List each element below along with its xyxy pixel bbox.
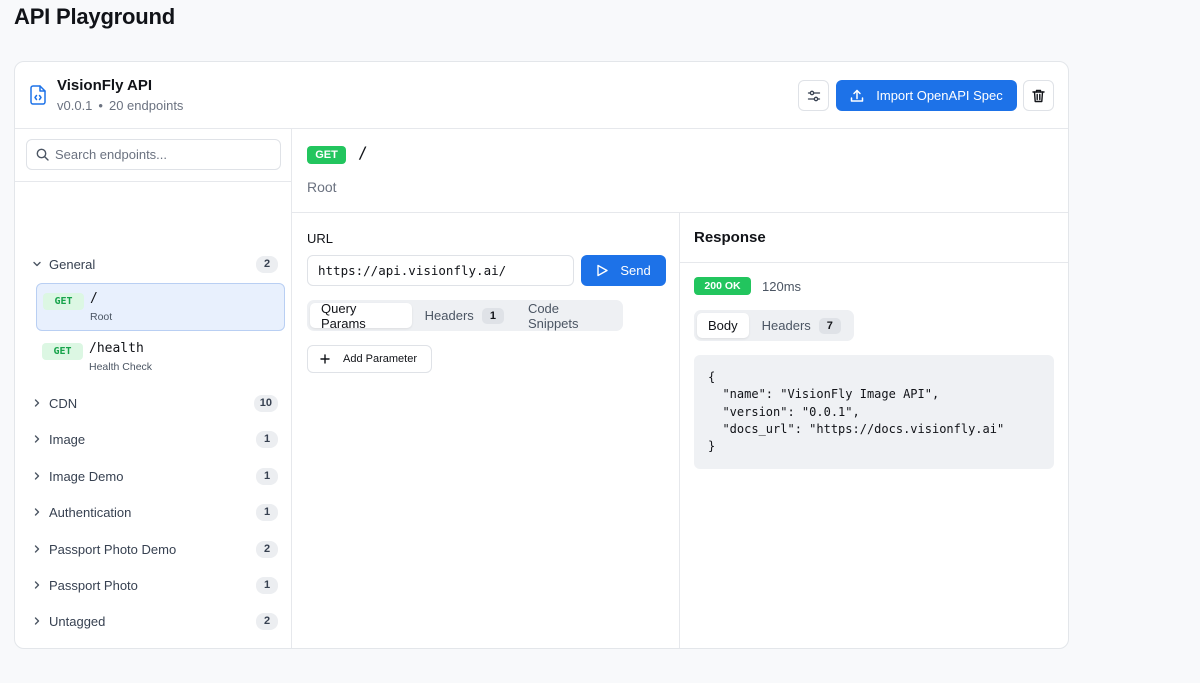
search-endpoints-input[interactable]: Search endpoints... [26,139,281,170]
tab-response-headers[interactable]: Headers 7 [751,313,852,338]
add-parameter-button[interactable]: Add Parameter [307,345,432,373]
api-card: VisionFly API v0.0.1 • 20 endpoints Import… [14,61,1069,649]
endpoint-description: Root [90,311,113,323]
group-label: Authentication [49,504,132,520]
endpoint-description: Health Check [89,361,153,373]
group-count: 2 [256,255,278,273]
endpoints-sidebar: Search endpoints... General 2 GET / Root… [15,129,292,648]
tab-label: Headers [424,308,474,323]
response-panel: Response 200 OK 120ms Body Headers 7 { "n… [680,213,1068,648]
response-body: { "name": "VisionFly Image API", "versio… [694,355,1054,469]
request-panel: URL https://api.visionfly.ai/ Send Query… [292,213,680,648]
search-icon [36,148,49,161]
chevron-right-icon [34,435,40,443]
api-endpoints-count: 20 endpoints [108,98,184,113]
import-label: Import OpenAPI Spec [876,88,1003,103]
group-passport-photo[interactable]: Passport Photo 1 [15,570,292,600]
response-header: Response [680,213,1068,263]
meta-separator: • [98,98,103,113]
endpoint-path: / [90,291,98,306]
url-label: URL [307,231,334,246]
method-badge: GET [43,293,84,310]
request-tabs: Query Params Headers 1 Code Snippets [307,300,623,331]
tab-count: 7 [818,317,841,334]
group-count: 1 [256,467,278,485]
tab-query-params[interactable]: Query Params [310,300,412,331]
response-title: Response [694,229,766,246]
group-label: Passport Photo Demo [49,541,177,557]
method-badge: GET [307,146,346,164]
group-count: 2 [256,540,278,558]
group-count: 2 [256,612,278,630]
url-input[interactable]: https://api.visionfly.ai/ [307,255,574,286]
chevron-down-icon [33,261,41,267]
group-image[interactable]: Image 1 [15,424,292,454]
group-untagged[interactable]: Untagged 2 [15,606,292,636]
method-badge: GET [42,343,83,360]
group-cdn[interactable]: CDN 10 [15,388,292,418]
tab-count: 1 [481,307,504,324]
group-image-demo[interactable]: Image Demo 1 [15,461,292,491]
chevron-right-icon [34,617,40,625]
endpoint-item-health[interactable]: GET /health Health Check [36,334,285,382]
endpoint-path: / [358,143,368,162]
upload-icon [851,89,864,102]
api-version: v0.0.1 [57,98,93,113]
endpoint-item-root[interactable]: GET / Root [36,283,285,331]
endpoint-panel: GET / Root URL https://api.visionfly.ai/… [292,129,1068,648]
delete-button[interactable] [1023,80,1054,111]
response-tabs: Body Headers 7 [694,310,854,341]
api-name: VisionFly API [57,77,153,94]
group-count: 1 [256,576,278,594]
tab-label: Headers [761,318,811,333]
group-count: 1 [256,503,278,521]
tab-label: Code Snippets [527,300,579,331]
page-title: API Playground [14,4,175,29]
tab-headers[interactable]: Headers 1 [414,303,515,328]
divider [15,181,291,182]
group-label: Image Demo [49,468,124,484]
trash-icon [1032,89,1045,102]
chevron-right-icon [34,508,40,516]
group-label: General [49,256,96,272]
api-header: VisionFly API v0.0.1 • 20 endpoints Import… [15,62,1068,129]
group-passport-photo-demo[interactable]: Passport Photo Demo 2 [15,534,292,564]
chevron-right-icon [34,545,40,553]
tab-label: Body [708,318,738,333]
api-meta: v0.0.1 • 20 endpoints [57,98,183,113]
group-general[interactable]: General 2 [15,249,292,279]
group-label: Passport Photo [49,577,138,593]
group-authentication[interactable]: Authentication 1 [15,497,292,527]
settings-button[interactable] [798,80,829,111]
group-count: 1 [256,430,278,448]
file-code-icon [30,85,46,105]
chevron-right-icon [34,581,40,589]
group-label: CDN [49,395,78,411]
endpoint-path: /health [89,341,144,356]
tab-label: Query Params [321,300,366,331]
play-icon [597,264,609,277]
send-button[interactable]: Send [581,255,666,286]
status-badge: 200 OK [694,277,751,295]
endpoint-summary: Root [307,179,337,195]
tab-body[interactable]: Body [697,313,749,338]
plus-icon [320,354,330,364]
group-count: 10 [253,394,278,412]
search-placeholder: Search endpoints... [55,147,168,162]
chevron-right-icon [34,472,40,480]
chevron-right-icon [34,399,40,407]
response-time: 120ms [762,279,802,294]
endpoint-header: GET / Root [292,129,1068,213]
group-label: Image [49,431,86,447]
add-parameter-label: Add Parameter [343,353,417,365]
group-label: Untagged [49,613,106,629]
sliders-icon [807,90,820,101]
import-openapi-button[interactable]: Import OpenAPI Spec [836,80,1017,111]
send-label: Send [620,263,651,278]
tab-code-snippets[interactable]: Code Snippets [517,300,620,331]
